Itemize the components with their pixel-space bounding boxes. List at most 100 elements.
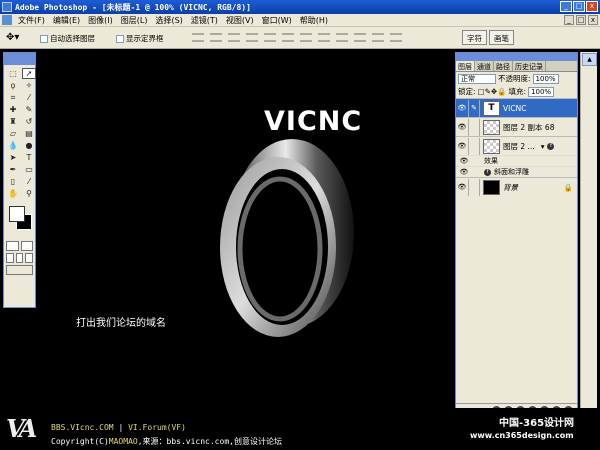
lasso-tool-icon[interactable]: ϙ xyxy=(6,80,20,91)
site-link[interactable]: BBS.VIcnc.COM xyxy=(51,423,114,432)
doc-minimize-button[interactable]: _ xyxy=(564,15,574,25)
tab-paths[interactable]: 路径 xyxy=(494,61,513,71)
brushes-tab[interactable]: 画笔 xyxy=(489,30,514,45)
align-bottom-icon[interactable] xyxy=(228,33,240,42)
layer-name: 图层 2 副本 68 xyxy=(503,122,555,132)
jump-to-imageready-icon[interactable] xyxy=(6,265,33,275)
healing-brush-tool-icon[interactable]: ✚ xyxy=(6,104,20,115)
zoom-tool-icon[interactable]: ⚲ xyxy=(22,188,36,199)
eraser-tool-icon[interactable]: ▱ xyxy=(6,128,20,139)
blend-mode-select[interactable]: 正常 xyxy=(458,73,496,84)
workspace-scrollbar[interactable]: ▲ xyxy=(580,52,597,418)
align-top-icon[interactable] xyxy=(192,33,204,42)
auto-select-layer-checkbox[interactable]: 自动选择图层 xyxy=(40,33,95,44)
history-brush-tool-icon[interactable]: ↺ xyxy=(22,116,36,127)
foreground-color-swatch[interactable] xyxy=(9,206,25,222)
document-canvas[interactable]: VICNC 打出我们论坛的域名 xyxy=(40,52,454,407)
layer-row-background[interactable]: 👁 背景 🔒 xyxy=(456,177,577,196)
layer-row-layer2[interactable]: 👁 图层 2 ... ▾ f xyxy=(456,136,577,155)
photoshop-app-icon xyxy=(2,2,12,12)
character-tab[interactable]: 字符 xyxy=(462,30,487,45)
checkbox-box[interactable] xyxy=(40,34,48,43)
distribute-hcenter-icon[interactable] xyxy=(372,33,384,42)
distribute-bottom-icon[interactable] xyxy=(336,33,348,42)
brush-link-icon[interactable] xyxy=(468,178,480,196)
type-tool-icon[interactable]: T xyxy=(22,152,36,163)
close-button[interactable]: x xyxy=(586,1,598,12)
quick-mask-mode-icon[interactable] xyxy=(20,241,33,251)
layers-palette-header[interactable] xyxy=(456,53,577,61)
opacity-input[interactable]: 100% xyxy=(532,73,559,84)
menu-filter[interactable]: 滤镜(T) xyxy=(187,15,222,26)
eye-icon[interactable]: 👁 xyxy=(456,123,468,131)
menu-help[interactable]: 帮助(H) xyxy=(296,15,332,26)
distribute-right-icon[interactable] xyxy=(390,33,402,42)
lock-fill-row: 锁定: ▢✎✥🔒 填充: 100% xyxy=(456,85,577,98)
dodge-tool-icon[interactable]: ● xyxy=(22,140,36,151)
eye-icon[interactable]: 👁 xyxy=(456,104,468,112)
notes-tool-icon[interactable]: ▯ xyxy=(6,176,20,187)
clone-stamp-tool-icon[interactable]: ♜ xyxy=(6,116,20,127)
gradient-tool-icon[interactable]: ▤ xyxy=(22,128,36,139)
eye-icon[interactable]: 👁 xyxy=(456,142,468,150)
eye-icon[interactable]: 👁 xyxy=(458,157,470,165)
fill-input[interactable]: 100% xyxy=(528,86,555,97)
menu-file[interactable]: 文件(F) xyxy=(14,15,49,26)
menu-edit[interactable]: 编辑(E) xyxy=(49,15,84,26)
scroll-up-arrow-icon[interactable]: ▲ xyxy=(582,53,597,66)
tab-history[interactable]: 历史记录 xyxy=(513,61,546,71)
align-hcenter-icon[interactable] xyxy=(264,33,276,42)
effects-row[interactable]: 👁 效果 xyxy=(456,155,577,166)
bevel-emboss-row[interactable]: 👁 f 斜面和浮雕 xyxy=(456,166,577,177)
move-tool-icon[interactable]: ➚ xyxy=(22,68,36,79)
distribute-top-icon[interactable] xyxy=(300,33,312,42)
doc-restore-button[interactable]: □ xyxy=(576,15,586,25)
pen-tool-icon[interactable]: ✒ xyxy=(6,164,20,175)
align-vcenter-icon[interactable] xyxy=(210,33,222,42)
shape-tool-icon[interactable]: ▭ xyxy=(22,164,36,175)
menu-layer[interactable]: 图层(L) xyxy=(117,15,152,26)
path-select-tool-icon[interactable]: ➤ xyxy=(6,152,20,163)
menu-select[interactable]: 选择(S) xyxy=(151,15,186,26)
show-bounding-box-checkbox[interactable]: 显示定界框 xyxy=(116,33,164,44)
minimize-button[interactable]: _ xyxy=(560,1,572,12)
eyedropper-tool-icon[interactable]: ⁄ xyxy=(22,176,36,187)
doc-close-button[interactable]: x xyxy=(588,15,598,25)
align-buttons xyxy=(192,33,402,42)
lock-icon: 🔒 xyxy=(563,182,573,192)
magic-wand-tool-icon[interactable]: ✧ xyxy=(22,80,36,91)
tab-channels[interactable]: 通道 xyxy=(475,61,494,71)
expand-effects-icon[interactable]: ▾ xyxy=(541,142,545,151)
maximize-button[interactable]: □ xyxy=(573,1,585,12)
checkbox-box[interactable] xyxy=(116,34,124,43)
hand-tool-icon[interactable]: ✋ xyxy=(6,188,20,199)
fullscreen-menu-icon[interactable] xyxy=(15,253,24,263)
brush-link-icon[interactable] xyxy=(468,137,480,155)
brush-link-icon[interactable]: ✎ xyxy=(468,99,480,117)
menu-image[interactable]: 图像(I) xyxy=(84,15,117,26)
align-left-icon[interactable] xyxy=(246,33,258,42)
blur-tool-icon[interactable]: 💧 xyxy=(6,140,20,151)
tab-layers[interactable]: 图层 xyxy=(456,61,475,71)
toolbox-header[interactable] xyxy=(4,53,35,65)
document-icon[interactable] xyxy=(2,15,12,25)
slice-tool-icon[interactable]: ⁄ xyxy=(22,92,36,103)
crop-tool-icon[interactable]: ⌗ xyxy=(6,92,20,103)
standard-screen-icon[interactable] xyxy=(6,253,14,263)
align-right-icon[interactable] xyxy=(282,33,294,42)
brush-tool-icon[interactable]: ✎ xyxy=(22,104,36,115)
standard-mode-icon[interactable] xyxy=(6,241,19,251)
layer-row-copy[interactable]: 👁 图层 2 副本 68 xyxy=(456,117,577,136)
marquee-tool-icon[interactable]: ⬚ xyxy=(6,68,20,79)
eye-icon[interactable]: 👁 xyxy=(458,168,470,176)
menu-view[interactable]: 视图(V) xyxy=(222,15,258,26)
move-tool-icon[interactable]: ✥▾ xyxy=(6,32,19,43)
distribute-vcenter-icon[interactable] xyxy=(318,33,330,42)
brush-link-icon[interactable] xyxy=(468,118,480,136)
eye-icon[interactable]: 👁 xyxy=(456,183,468,191)
lock-icons[interactable]: ▢✎✥🔒 xyxy=(478,87,507,96)
fullscreen-icon[interactable] xyxy=(25,253,34,263)
layer-row-vicnc[interactable]: 👁 ✎ T VICNC xyxy=(456,98,577,117)
menu-window[interactable]: 窗口(W) xyxy=(258,15,296,26)
distribute-left-icon[interactable] xyxy=(354,33,366,42)
